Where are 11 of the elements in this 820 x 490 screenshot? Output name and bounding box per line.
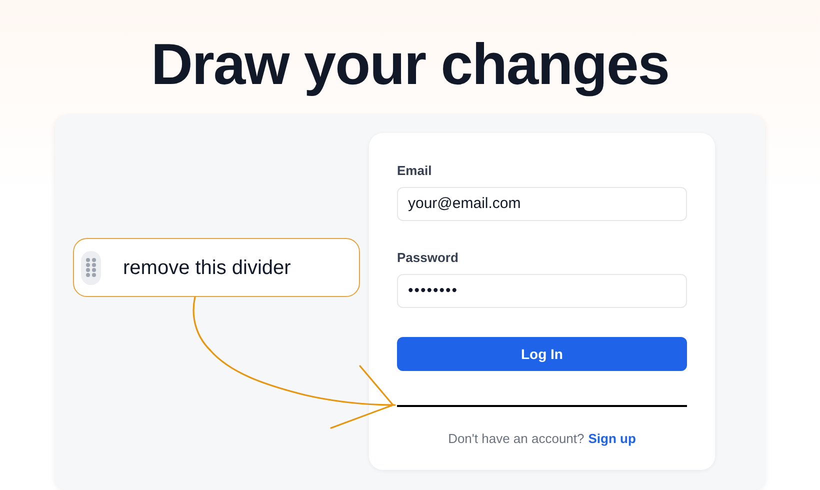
email-field[interactable]: your@email.com bbox=[397, 187, 687, 221]
login-button[interactable]: Log In bbox=[397, 337, 687, 371]
password-field[interactable]: •••••••• bbox=[397, 274, 687, 308]
page-heading: Draw your changes bbox=[150, 31, 670, 99]
comment-bubble[interactable]: remove this divider bbox=[73, 238, 360, 297]
comment-text: remove this divider bbox=[123, 256, 291, 280]
signup-prompt: Don't have an account? bbox=[448, 430, 584, 448]
drag-handle-icon[interactable] bbox=[81, 250, 101, 284]
password-label: Password bbox=[397, 250, 460, 266]
signup-link[interactable]: Sign up bbox=[588, 429, 636, 448]
email-label: Email bbox=[397, 163, 433, 179]
